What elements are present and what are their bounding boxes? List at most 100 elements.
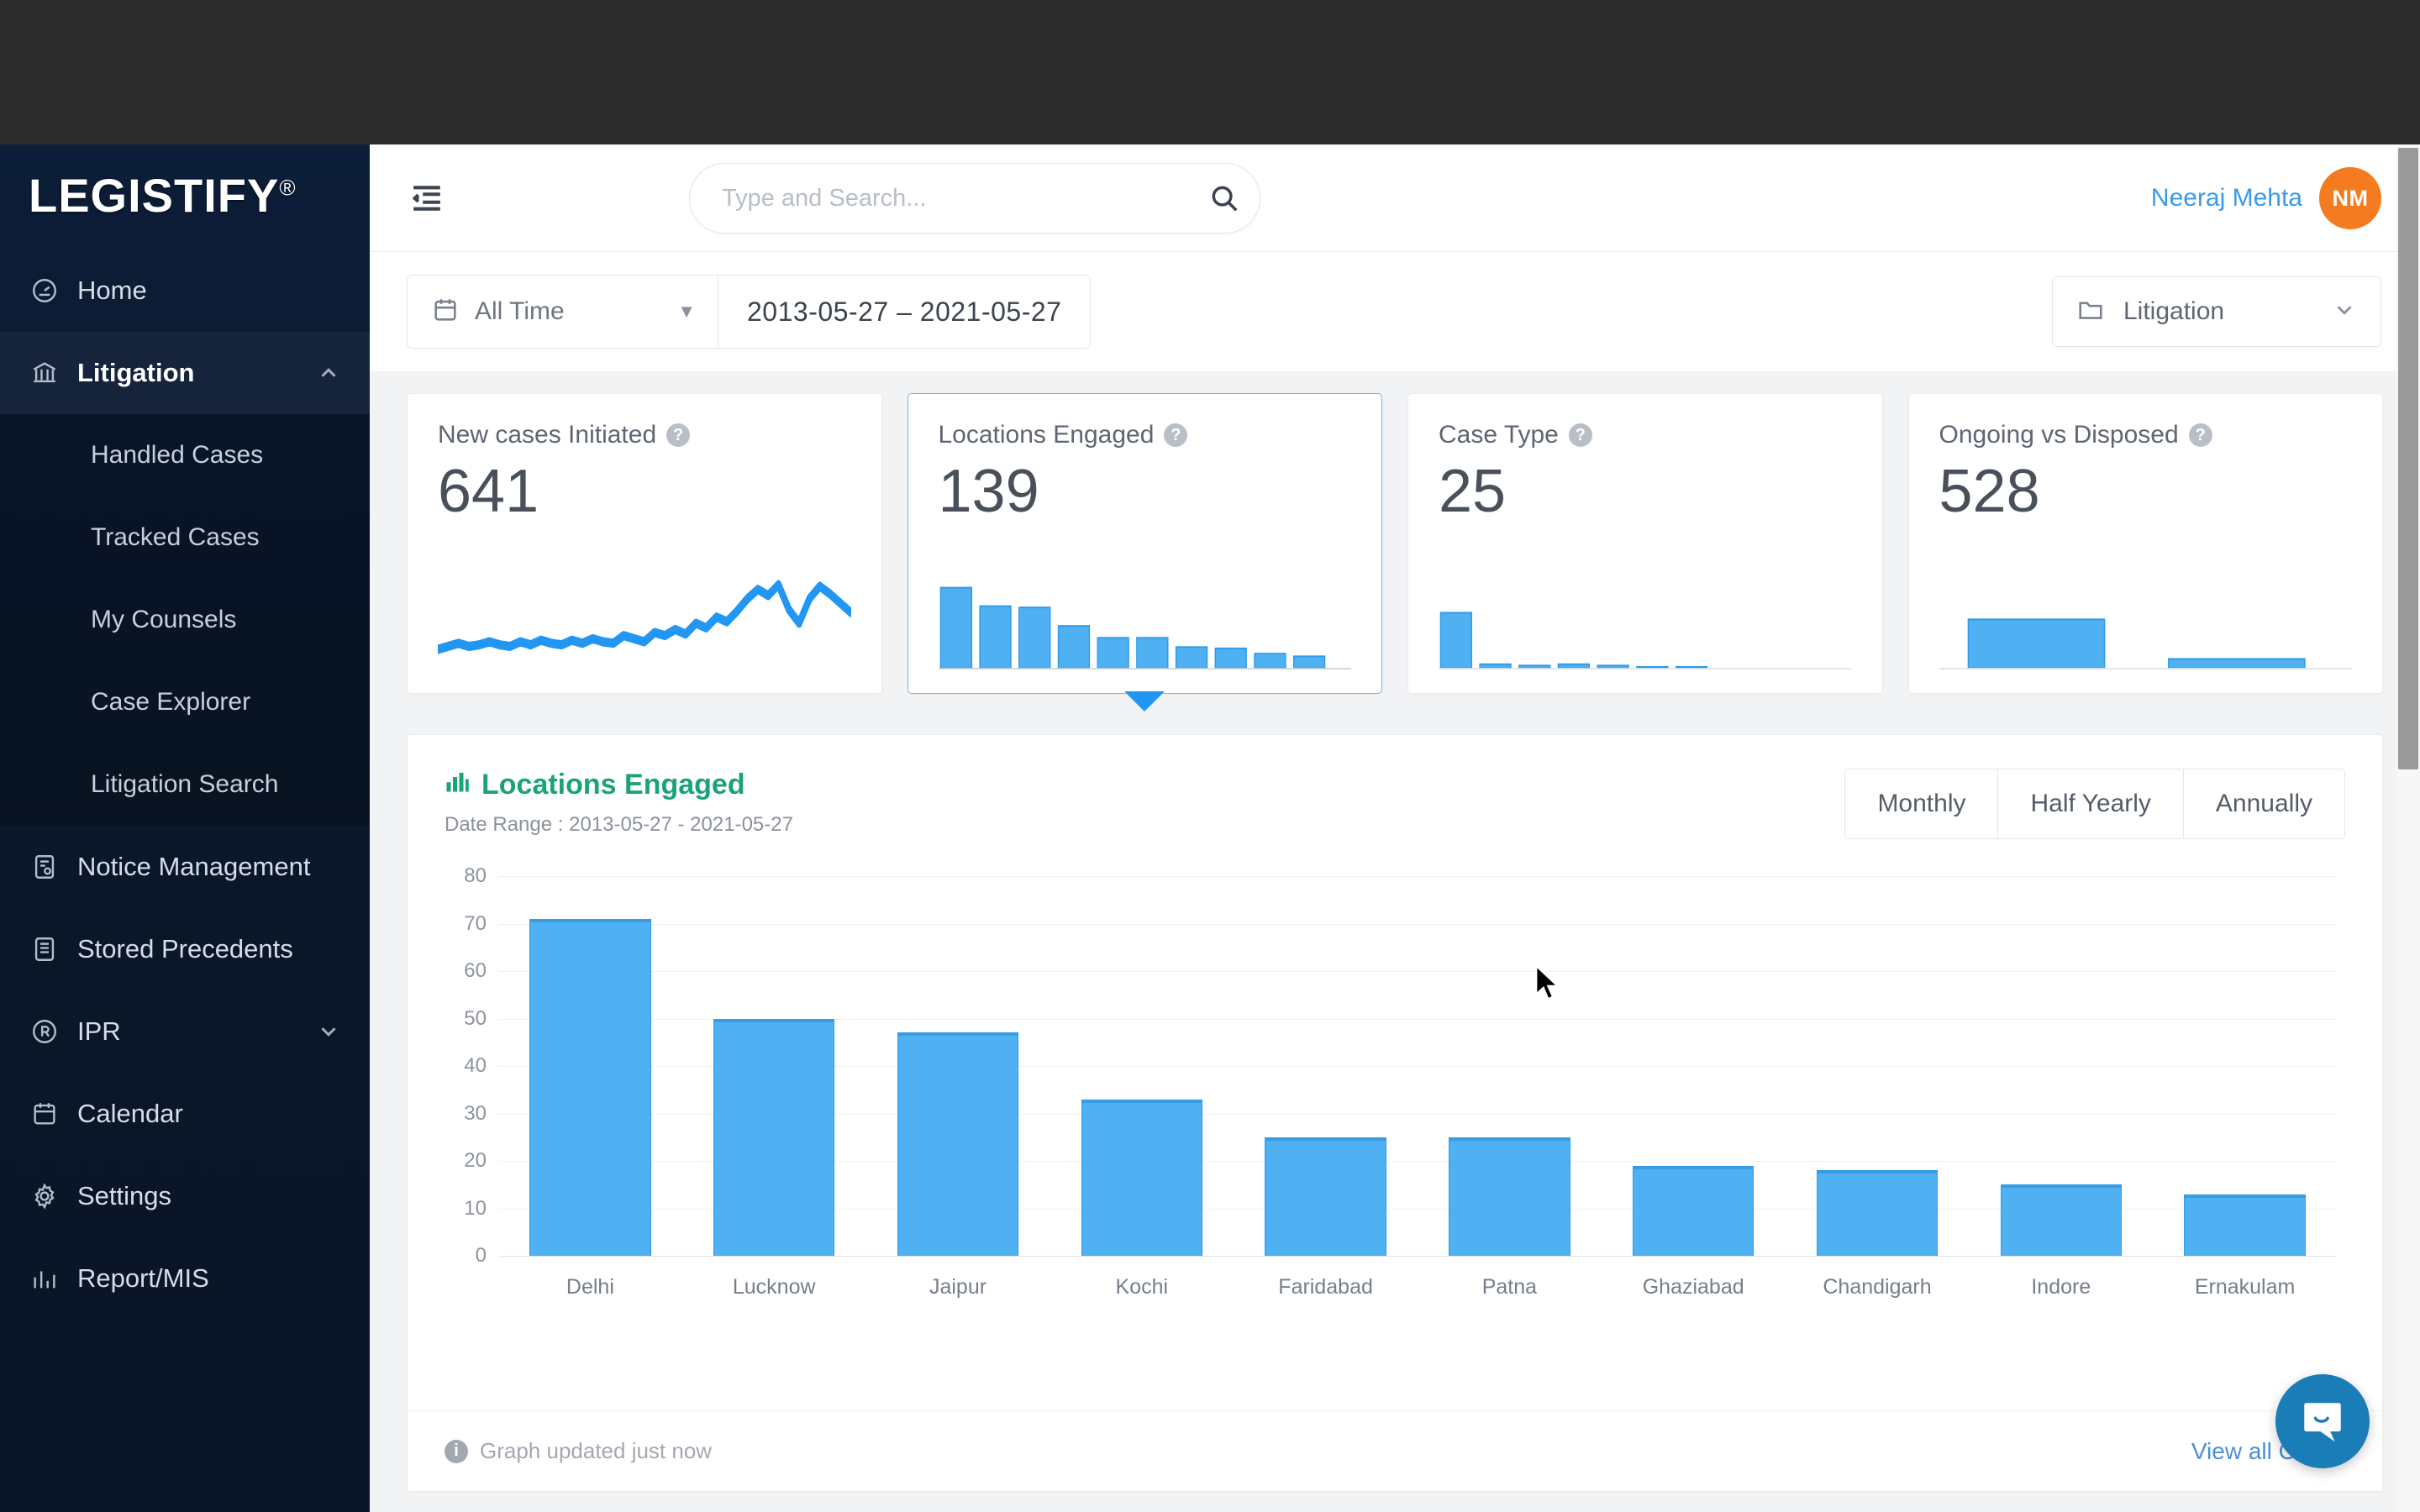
bar-column[interactable] bbox=[2153, 876, 2337, 1256]
document-icon bbox=[29, 933, 60, 965]
sidebar-item-report-mis[interactable]: Report/MIS bbox=[0, 1237, 370, 1320]
kpi-title-text: Locations Engaged bbox=[938, 421, 1155, 449]
bar[interactable] bbox=[1449, 1137, 1570, 1256]
bar[interactable] bbox=[1816, 1170, 1939, 1256]
help-icon[interactable]: ? bbox=[1568, 423, 1592, 447]
bar[interactable] bbox=[2184, 1194, 2306, 1256]
tab-monthly[interactable]: Monthly bbox=[1845, 769, 1999, 838]
avatar[interactable]: NM bbox=[2319, 167, 2381, 229]
browser-chrome-top bbox=[0, 0, 2420, 144]
module-dropdown[interactable]: Litigation bbox=[2052, 276, 2381, 347]
bar-column[interactable] bbox=[866, 876, 1050, 1256]
scrollbar[interactable] bbox=[2396, 144, 2420, 1512]
sidebar-subitem-handled-cases[interactable]: Handled Cases bbox=[0, 414, 370, 496]
kpi-card-locations-engaged[interactable]: Locations Engaged ? 139 bbox=[907, 393, 1382, 711]
bar-column[interactable] bbox=[1969, 876, 2153, 1256]
chat-bubble-icon[interactable] bbox=[2275, 1374, 2370, 1468]
tab-half-yearly[interactable]: Half Yearly bbox=[1998, 769, 2184, 838]
bar[interactable] bbox=[529, 918, 651, 1256]
bar[interactable] bbox=[2000, 1184, 2122, 1256]
brand-name: LEGISTIFY bbox=[29, 169, 280, 222]
sidebar-subitem-my-counsels[interactable]: My Counsels bbox=[0, 579, 370, 661]
y-axis-tick-label: 0 bbox=[475, 1244, 487, 1267]
bar[interactable] bbox=[1081, 1099, 1202, 1256]
sidebar-item-notice-management[interactable]: Notice Management bbox=[0, 826, 370, 908]
kpi-card-ongoing-vs-disposed[interactable]: Ongoing vs Disposed ? 528 bbox=[1907, 393, 2383, 694]
y-axis-tick-label: 50 bbox=[464, 1006, 487, 1030]
sidebar-subitem-label: Litigation Search bbox=[91, 770, 279, 798]
tab-annually[interactable]: Annually bbox=[2184, 769, 2344, 838]
menu-collapse-icon[interactable] bbox=[405, 176, 449, 220]
help-icon[interactable]: ? bbox=[1164, 423, 1188, 447]
bar[interactable] bbox=[1632, 1165, 1754, 1256]
bar-column[interactable] bbox=[1786, 876, 1970, 1256]
sidebar-subitem-case-explorer[interactable]: Case Explorer bbox=[0, 661, 370, 743]
kpi-title: Ongoing vs Disposed ? bbox=[1939, 421, 2353, 449]
help-icon[interactable]: ? bbox=[666, 423, 691, 447]
chart-title: Locations Engaged bbox=[445, 769, 1844, 801]
dashboard-content: New cases Initiated ? 641 Locations Enga… bbox=[370, 371, 2420, 1512]
bar[interactable] bbox=[713, 1018, 835, 1256]
sidebar-subitem-label: Case Explorer bbox=[91, 688, 251, 716]
sidebar-subitem-litigation-search[interactable]: Litigation Search bbox=[0, 743, 370, 826]
user-menu[interactable]: Neeraj Mehta NM bbox=[2151, 144, 2381, 252]
x-axis-tick-label: Patna bbox=[1481, 1275, 1538, 1299]
chart-panel: Locations Engaged Date Range : 2013-05-2… bbox=[407, 734, 2383, 1492]
sidebar-item-stored-precedents[interactable]: Stored Precedents bbox=[0, 908, 370, 990]
chart-subtitle: Date Range : 2013-05-27 - 2021-05-27 bbox=[445, 813, 793, 836]
y-axis-tick-label: 80 bbox=[464, 864, 487, 887]
x-axis-tick-label: Chandigarh bbox=[1823, 1275, 1932, 1299]
chevron-down-icon bbox=[2332, 297, 2357, 327]
chevron-down-icon[interactable] bbox=[316, 1019, 341, 1044]
main-region: Neeraj Mehta NM All Time ▼ 2013-05-27 – … bbox=[370, 144, 2420, 1512]
bar-column[interactable] bbox=[498, 876, 682, 1256]
kpi-value: 25 bbox=[1439, 458, 1507, 525]
scrollbar-thumb[interactable] bbox=[2398, 148, 2418, 769]
y-axis-tick-label: 60 bbox=[464, 959, 487, 982]
bar-column[interactable] bbox=[1418, 876, 1602, 1256]
kpi-value: 641 bbox=[438, 458, 539, 525]
bar-column[interactable] bbox=[682, 876, 866, 1256]
help-icon[interactable]: ? bbox=[2188, 423, 2212, 447]
x-axis-tick-label: Jaipur bbox=[929, 1275, 987, 1299]
date-preset-label: All Time bbox=[475, 297, 565, 325]
bar-column[interactable] bbox=[1602, 876, 1786, 1256]
bar[interactable] bbox=[1265, 1137, 1386, 1256]
search-box[interactable] bbox=[689, 163, 1260, 234]
gear-icon bbox=[29, 1180, 60, 1212]
sidebar-subitem-tracked-cases[interactable]: Tracked Cases bbox=[0, 496, 370, 579]
bar-column[interactable] bbox=[1050, 876, 1234, 1256]
bar-chart-icon bbox=[445, 769, 470, 801]
range-tab-group: Monthly Half Yearly Annually bbox=[1844, 769, 2345, 839]
bar-series bbox=[498, 876, 2337, 1256]
chart-title-text: Locations Engaged bbox=[481, 769, 745, 801]
sidebar-nav: Home Litigation Handled Cases Tracked Ca… bbox=[0, 249, 370, 1320]
kpi-title: Case Type ? bbox=[1439, 421, 1852, 449]
sidebar-item-label: Stored Precedents bbox=[77, 934, 293, 963]
graph-updated-status: i Graph updated just now bbox=[445, 1438, 712, 1464]
x-axis-tick-label: Kochi bbox=[1115, 1275, 1169, 1299]
sidebar-item-litigation[interactable]: Litigation bbox=[0, 332, 370, 414]
chart-header: Locations Engaged Date Range : 2013-05-2… bbox=[408, 735, 2382, 839]
sidebar-subitem-label: Handled Cases bbox=[91, 441, 264, 469]
sidebar-item-ipr[interactable]: IPR bbox=[0, 990, 370, 1073]
date-range-value[interactable]: 2013-05-27 – 2021-05-27 bbox=[718, 297, 1090, 328]
bar[interactable] bbox=[897, 1032, 1019, 1256]
kpi-card-case-type[interactable]: Case Type ? 25 bbox=[1407, 393, 1883, 694]
kpi-value: 528 bbox=[1939, 458, 2040, 525]
search-input[interactable] bbox=[690, 184, 1189, 213]
bar-column[interactable] bbox=[1234, 876, 1418, 1256]
module-label: Litigation bbox=[2123, 297, 2225, 325]
date-preset-dropdown[interactable]: All Time ▼ bbox=[408, 275, 718, 349]
chevron-up-icon[interactable] bbox=[316, 360, 341, 386]
kpi-title: New cases Initiated ? bbox=[438, 421, 851, 449]
kpi-card-new-cases-initiated[interactable]: New cases Initiated ? 641 bbox=[407, 393, 882, 694]
search-icon[interactable] bbox=[1189, 163, 1260, 234]
sidebar-item-label: IPR bbox=[77, 1016, 121, 1046]
sidebar-item-settings[interactable]: Settings bbox=[0, 1155, 370, 1237]
brand-logo[interactable]: LEGISTIFY® bbox=[0, 144, 370, 244]
sidebar-item-calendar[interactable]: Calendar bbox=[0, 1073, 370, 1155]
x-axis-tick-label: Ghaziabad bbox=[1642, 1275, 1744, 1299]
sidebar-item-home[interactable]: Home bbox=[0, 249, 370, 332]
notice-icon bbox=[29, 851, 60, 883]
